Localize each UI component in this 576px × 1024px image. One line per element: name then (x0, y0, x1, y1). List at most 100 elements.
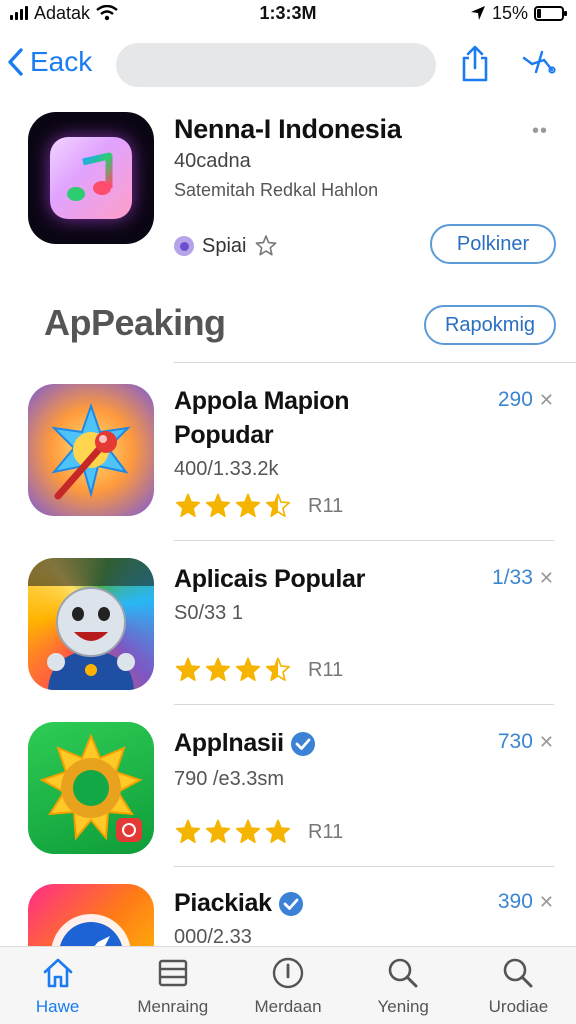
star-icon (235, 657, 261, 681)
app-rating: R11 (174, 818, 343, 846)
info-circle-icon (272, 957, 304, 989)
rating-count: R11 (308, 658, 344, 681)
location-arrow-icon (470, 6, 485, 20)
close-icon[interactable]: ✕ (539, 390, 554, 411)
app-list-item[interactable]: Applnasii 790 /e3.3sm R11 730 ✕ (0, 718, 576, 878)
star-icon (265, 493, 291, 517)
status-bar: Adatak 1:3:3M 15% (0, 0, 576, 26)
tab-merdaan[interactable]: Merdaan (230, 947, 345, 1024)
featured-app-action-button[interactable]: Polkiner (430, 224, 556, 264)
app-price: 390 ✕ (498, 890, 554, 914)
tab-yening[interactable]: Yening (346, 947, 461, 1024)
section-title: ApPeaking (44, 302, 226, 343)
search-bar[interactable] (116, 43, 436, 87)
price-label: 1/33 (492, 566, 533, 589)
tools-icon (522, 50, 556, 74)
close-icon[interactable]: ✕ (539, 892, 554, 913)
carrier-label: Adatak (34, 2, 91, 23)
clock: 1:3:3M (259, 2, 317, 23)
app-rating: R11 (174, 656, 343, 684)
status-left: Adatak (10, 3, 118, 24)
share-icon (462, 45, 488, 82)
tab-home[interactable]: Hawe (0, 947, 115, 1024)
app-subtitle: 400/1.33.2k (174, 458, 279, 480)
star-icon (205, 819, 231, 843)
star-rating (174, 492, 292, 520)
star-icon (175, 493, 201, 517)
star-rating (174, 818, 292, 846)
app-title-text: Applnasii (174, 729, 284, 757)
tab-label: Merdaan (254, 997, 322, 1016)
verified-badge-icon (278, 891, 304, 917)
mascot-character-icon (28, 558, 154, 690)
divider (174, 704, 554, 705)
tab-menraing[interactable]: Menraing (115, 947, 230, 1024)
chevron-left-icon (8, 48, 23, 76)
search-icon (388, 958, 418, 988)
app-price: 290 ✕ (498, 388, 554, 412)
app-price: 1/33 ✕ (492, 566, 554, 590)
app-title-text: Piackiak (174, 889, 272, 917)
search-icon (504, 958, 533, 988)
gradient-compass-icon (28, 884, 154, 946)
star-icon (205, 493, 231, 517)
featured-app-meta: Spiai (174, 234, 278, 258)
tab-label: Hawe (35, 997, 80, 1016)
close-icon[interactable]: ✕ (539, 732, 554, 753)
featured-app-meta-label: Spiai (202, 234, 247, 257)
app-subtitle: 000/2.33 (174, 926, 252, 946)
tab-bar: Hawe Menraing Merdaan Yening Urodiae (0, 946, 576, 1024)
star-icon (265, 819, 291, 843)
tools-button[interactable] (518, 48, 558, 82)
list-icon (158, 959, 187, 987)
app-list-item[interactable]: Appola Mapion Popudar 400/1.33.2k R11 29… (0, 380, 576, 540)
more-options-icon[interactable]: •• (532, 120, 548, 143)
featured-app-icon[interactable] (28, 112, 154, 244)
nav-bar: Eack (0, 36, 576, 94)
close-icon[interactable]: ✕ (539, 568, 554, 589)
sun-ring-icon (28, 722, 154, 854)
section-action-button[interactable]: Rapokmig (424, 305, 556, 345)
battery-percent: 15% (491, 2, 528, 23)
divider (174, 540, 554, 541)
category-dot-icon (174, 236, 194, 256)
back-label: Eack (30, 46, 93, 77)
star-icon (235, 493, 261, 517)
price-label: 290 (497, 388, 533, 411)
app-subtitle: S0/33 1 (174, 602, 243, 624)
price-label: 390 (497, 890, 533, 913)
price-label: 730 (497, 730, 533, 753)
battery-icon (534, 5, 567, 21)
star-icon (205, 657, 231, 681)
star-rating (174, 656, 292, 684)
star-icon (235, 819, 261, 843)
status-right: 15% (470, 2, 567, 24)
divider (174, 362, 576, 363)
battery-fill (537, 8, 541, 18)
music-note-icon (50, 137, 132, 219)
star-icon (175, 819, 201, 843)
share-button[interactable] (458, 44, 492, 84)
star-outline-icon[interactable] (254, 234, 278, 258)
featured-app-developer: Satemitah Redkal Hahlon (174, 180, 379, 200)
back-button[interactable]: Eack (6, 46, 92, 78)
app-subtitle: 790 /e3.3sm (174, 768, 285, 790)
rating-count: R11 (308, 820, 344, 843)
featured-app-subtitle: 40cadna (174, 150, 251, 172)
star-icon (265, 657, 291, 681)
app-title: Applnasii (174, 726, 316, 760)
star-icon (175, 657, 201, 681)
wifi-icon (96, 5, 118, 21)
compass-microphone-icon (28, 384, 154, 516)
app-title: Aplicais Popular (174, 565, 366, 593)
app-title: Piackiak (174, 886, 304, 920)
app-rating: R11 (174, 492, 343, 520)
verified-badge-icon (290, 731, 316, 757)
signal-icon (10, 6, 28, 20)
home-icon (43, 958, 72, 988)
tab-urodiae[interactable]: Urodiae (461, 947, 576, 1024)
divider (174, 866, 554, 867)
app-price: 730 ✕ (498, 730, 554, 754)
app-list-item[interactable]: Piackiak 000/2.33 390 ✕ (0, 880, 576, 946)
app-list-item[interactable]: Aplicais Popular S0/33 1 R11 1/33 ✕ (0, 556, 576, 716)
